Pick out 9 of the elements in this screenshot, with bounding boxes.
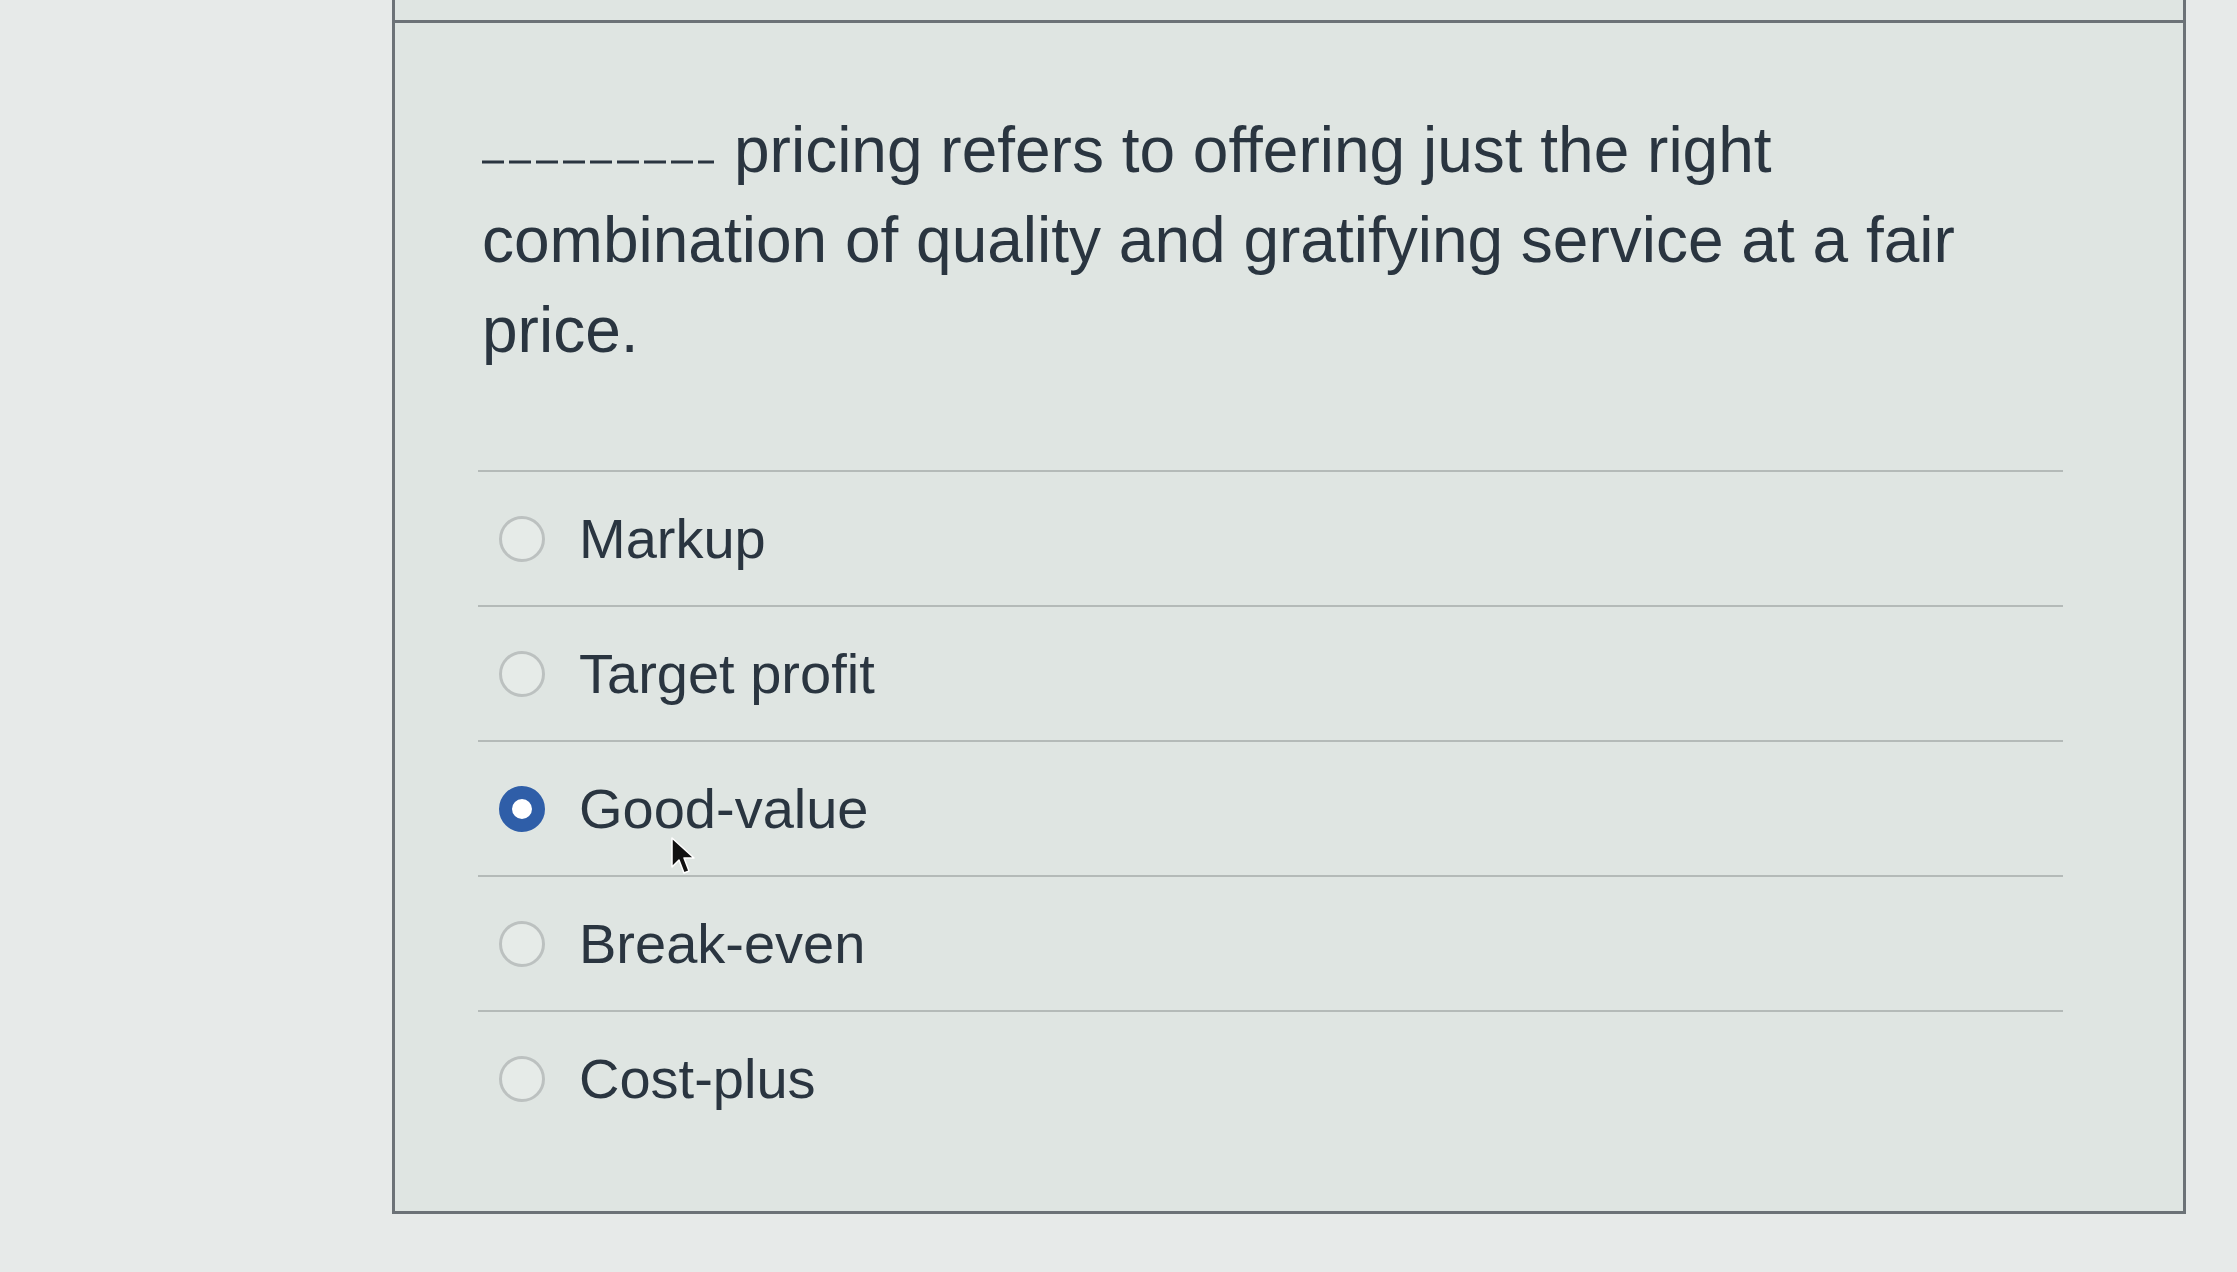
- option-label: Break-even: [579, 915, 866, 972]
- radio-button[interactable]: [499, 515, 545, 562]
- radio-button[interactable]: [499, 650, 545, 697]
- radio-button[interactable]: [499, 920, 545, 967]
- question-text: pricing refers to offering just the right combination of quality and gratifying service at a fair price.: [482, 113, 1956, 368]
- radio-button[interactable]: [499, 1055, 545, 1102]
- fill-in-line[interactable]: [482, 160, 714, 164]
- radio-button[interactable]: [499, 785, 545, 832]
- option-label: Good-value: [579, 780, 869, 837]
